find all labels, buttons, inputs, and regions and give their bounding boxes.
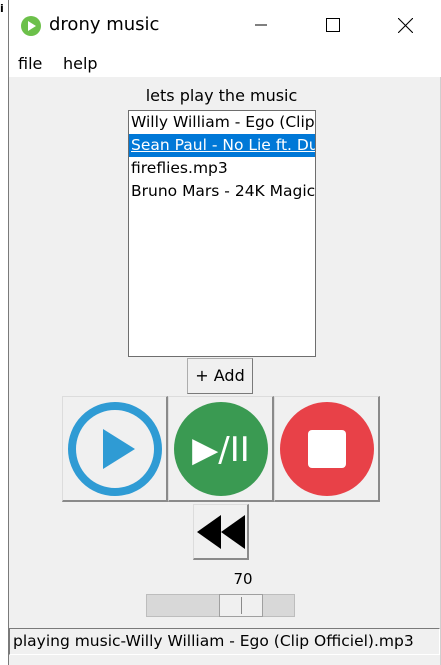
menu-file[interactable]: file [18,54,42,73]
volume-slider[interactable] [146,594,295,617]
list-item-selected[interactable]: Sean Paul - No Lie ft. Dua Lipa.mp3 [129,134,315,157]
maximize-button[interactable] [297,0,369,50]
background-window: i [0,0,8,665]
play-circle-icon [21,16,41,36]
rewind-button[interactable] [193,504,249,560]
rewind-icon [196,514,245,549]
list-item[interactable]: fireflies.mp3 [129,157,315,180]
close-icon [397,17,413,33]
play-pause-icon: ▶/II [173,401,268,496]
menu-bar: file help [9,50,441,77]
page-heading: lets play the music [145,86,298,105]
close-button[interactable] [369,0,441,50]
app-window: drony music file help lets play the musi… [8,0,441,665]
play-icon [67,401,162,496]
minimize-button[interactable] [225,0,297,50]
maximize-icon [326,18,340,32]
play-pause-button[interactable]: ▶/II [168,396,274,502]
window-title: drony music [49,14,160,35]
menu-help[interactable]: help [63,54,98,73]
play-button[interactable] [62,396,168,502]
list-item[interactable]: Bruno Mars - 24K Magic.mp3 [129,180,315,203]
volume-slider-thumb[interactable] [219,594,264,617]
add-button[interactable]: + Add [187,358,253,394]
list-item[interactable]: Willy William - Ego (Clip Officiel).mp3 [129,111,315,134]
minimize-icon [255,24,267,26]
playlist-listbox[interactable]: Willy William - Ego (Clip Officiel).mp3 … [128,110,316,357]
volume-value: 70 [233,570,253,588]
title-bar[interactable]: drony music [9,0,441,50]
status-bar: playing music-Willy William - Ego (Clip … [9,628,440,655]
stop-icon [279,401,374,496]
play-pause-label: ▶/II [192,430,250,470]
stop-button[interactable] [274,396,380,502]
